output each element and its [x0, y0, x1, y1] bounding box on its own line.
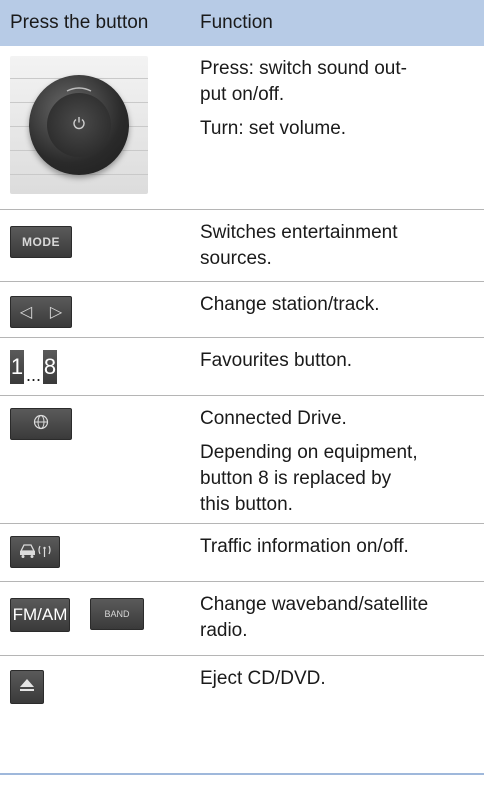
button-function-table: Press the button Function Press: switch … — [0, 0, 484, 775]
function-text: Eject CD/DVD. — [200, 668, 326, 689]
favourites-buttons: 1 ... 8 — [10, 348, 190, 384]
table-row: Traffic information on/off. — [0, 524, 484, 582]
table-bottom-rule — [0, 773, 484, 775]
table-row: Connected Drive. Depending on equipment,… — [0, 396, 484, 524]
function-text: Turn: set volume. — [200, 118, 347, 139]
table-row: FM/AM BAND Change waveband/satellite rad… — [0, 582, 484, 656]
favourites-ellipsis: ... — [26, 365, 42, 385]
table-row: Eject CD/DVD. — [0, 656, 484, 726]
seek-buttons[interactable]: ◁ ▷ — [10, 296, 72, 328]
globe-icon — [33, 414, 49, 435]
fm-am-button[interactable]: FM/AM — [10, 598, 70, 632]
connected-drive-button[interactable] — [10, 408, 72, 440]
power-icon — [72, 116, 86, 135]
favourite-button-8[interactable]: 8 — [43, 350, 58, 384]
mode-button[interactable]: MODE — [10, 226, 72, 258]
table-row: MODE Switches entertainment sources. — [0, 210, 484, 282]
eject-icon — [19, 678, 35, 697]
header-press-the-button: Press the button — [10, 12, 149, 33]
table-row: Press: switch sound out- put on/off. Tur… — [0, 46, 484, 210]
function-text: Traffic information on/off. — [200, 536, 409, 557]
header-function: Function — [200, 12, 273, 33]
eject-button[interactable] — [10, 670, 44, 704]
traffic-info-button[interactable] — [10, 536, 60, 568]
table-row: 1 ... 8 Favourites button. — [0, 338, 484, 396]
function-text: Press: switch sound out- put on/off. — [200, 58, 407, 105]
previous-arrow-icon[interactable]: ◁ — [20, 302, 32, 322]
function-text: Favourites button. — [200, 350, 353, 371]
function-text: Change station/track. — [200, 294, 380, 315]
volume-knob[interactable] — [29, 75, 129, 175]
table-row: ◁ ▷ Change station/track. — [0, 282, 484, 338]
band-button[interactable]: BAND — [90, 598, 144, 630]
table-header: Press the button Function — [0, 0, 484, 46]
next-arrow-icon[interactable]: ▷ — [50, 302, 62, 322]
traffic-radio-icon — [18, 541, 52, 564]
function-text: Connected Drive. — [200, 408, 347, 429]
volume-knob-image — [10, 56, 148, 194]
function-text: Switches entertainment sources. — [200, 222, 398, 269]
function-text: Change waveband/satellite radio. — [200, 594, 429, 641]
favourite-button-1[interactable]: 1 — [10, 350, 24, 384]
function-text: Depending on equipment, button 8 is repl… — [200, 442, 418, 515]
